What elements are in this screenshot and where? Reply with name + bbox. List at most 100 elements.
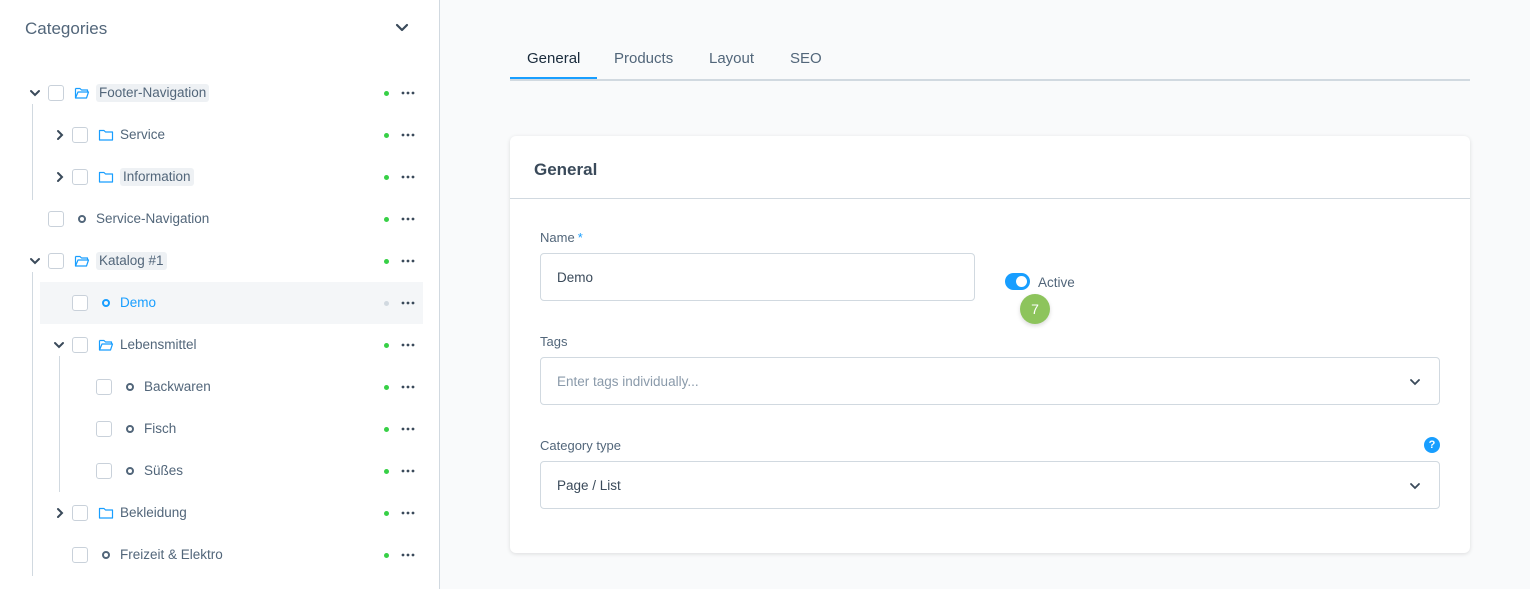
status-active-dot: [384, 91, 389, 96]
more-options-icon[interactable]: [400, 463, 416, 479]
more-options-icon[interactable]: [400, 169, 416, 185]
tree-item-label: Freizeit & Elektro: [120, 547, 223, 562]
folder-open-icon: [74, 87, 90, 99]
chevron-down-icon[interactable]: [1409, 376, 1421, 388]
status-active-dot: [384, 385, 389, 390]
tree-item-lebensmittel[interactable]: Lebensmittel: [0, 324, 423, 366]
status-active-dot: [384, 343, 389, 348]
tree-item-label: Footer-Navigation: [96, 84, 210, 102]
tree-item-service[interactable]: Service: [0, 114, 423, 156]
tree-item-checkbox[interactable]: [72, 127, 88, 143]
chevron-right-icon[interactable]: [54, 171, 66, 183]
chevron-down-icon[interactable]: [29, 87, 41, 99]
status-active-dot: [384, 511, 389, 516]
active-tab-indicator: [510, 77, 597, 79]
name-label: Name *: [540, 230, 583, 245]
tree-item-label: Service: [120, 127, 166, 142]
tree-item-bekleidung[interactable]: Bekleidung: [0, 492, 423, 534]
tree-item-suesses[interactable]: Süßes: [0, 450, 423, 492]
tags-input[interactable]: Enter tags individually...: [540, 357, 1440, 405]
chevron-right-icon[interactable]: [54, 129, 66, 141]
more-options-icon[interactable]: [400, 85, 416, 101]
status-active-dot: [384, 259, 389, 264]
status-active-dot: [384, 427, 389, 432]
tab-products[interactable]: Products: [614, 50, 673, 67]
tree-item-label: Information: [120, 168, 194, 186]
tree-item-katalog-1[interactable]: Katalog #1: [0, 240, 423, 282]
tree-item-label: Backwaren: [144, 379, 211, 394]
name-input[interactable]: Demo: [540, 253, 975, 301]
active-toggle[interactable]: [1005, 273, 1030, 290]
tab-seo[interactable]: SEO: [790, 50, 822, 67]
more-options-icon[interactable]: [400, 379, 416, 395]
tree-item-freizeit-elektro[interactable]: Freizeit & Elektro: [0, 534, 423, 576]
folder-open-icon: [74, 255, 90, 267]
status-active-dot: [384, 217, 389, 222]
tree-item-label: Katalog #1: [96, 252, 167, 270]
name-label-text: Name: [540, 230, 575, 245]
status-active-dot: [384, 553, 389, 558]
more-options-icon[interactable]: [400, 505, 416, 521]
category-leaf-icon: [78, 215, 86, 223]
card-title: General: [534, 160, 598, 179]
help-icon[interactable]: ?: [1424, 437, 1440, 453]
tree-item-label: Service-Navigation: [96, 211, 210, 226]
step-badge: 7: [1020, 294, 1050, 324]
tree-item-label: Demo: [120, 295, 157, 310]
active-label: Active: [1038, 275, 1075, 290]
tree-item-footer-navigation[interactable]: Footer-Navigation: [0, 72, 423, 114]
tree-item-checkbox[interactable]: [72, 337, 88, 353]
category-sidebar: Categories Footer-Navigation Service Inf…: [0, 0, 440, 589]
status-active-dot: [384, 469, 389, 474]
chevron-down-icon[interactable]: [29, 255, 41, 267]
more-options-icon[interactable]: [400, 337, 416, 353]
tree-item-checkbox[interactable]: [72, 505, 88, 521]
chevron-down-icon[interactable]: [1409, 480, 1421, 492]
tree-item-label: Fisch: [144, 421, 177, 436]
tree-item-demo[interactable]: Demo: [40, 282, 423, 324]
folder-icon: [98, 507, 114, 519]
tree-item-backwaren[interactable]: Backwaren: [0, 366, 423, 408]
tree-item-checkbox[interactable]: [72, 169, 88, 185]
status-active-dot: [384, 133, 389, 138]
tree-item-checkbox[interactable]: [96, 463, 112, 479]
tree-item-checkbox[interactable]: [96, 421, 112, 437]
tree-item-information[interactable]: Information: [0, 156, 423, 198]
tree-item-checkbox[interactable]: [72, 295, 88, 311]
more-options-icon[interactable]: [400, 127, 416, 143]
tree-item-fisch[interactable]: Fisch: [0, 408, 423, 450]
folder-icon: [98, 129, 114, 141]
more-options-icon[interactable]: [400, 295, 416, 311]
name-input-value: Demo: [557, 269, 594, 285]
status-active-dot: [384, 175, 389, 180]
chevron-right-icon[interactable]: [54, 507, 66, 519]
chevron-down-icon[interactable]: [393, 19, 411, 37]
tree-item-checkbox[interactable]: [48, 211, 64, 227]
toggle-knob: [1016, 276, 1027, 287]
tree-item-checkbox[interactable]: [96, 379, 112, 395]
sidebar-title: Categories: [25, 19, 108, 38]
tab-layout[interactable]: Layout: [709, 50, 754, 67]
category-leaf-icon: [126, 467, 134, 475]
detail-tabs: General Products Layout SEO: [510, 38, 1470, 81]
tree-item-service-navigation[interactable]: Service-Navigation: [0, 198, 423, 240]
category-leaf-icon: [126, 425, 134, 433]
more-options-icon[interactable]: [400, 253, 416, 269]
tree-item-label: Süßes: [144, 463, 184, 478]
more-options-icon[interactable]: [400, 211, 416, 227]
tree-item-checkbox[interactable]: [48, 85, 64, 101]
tab-general[interactable]: General: [527, 50, 580, 67]
more-options-icon[interactable]: [400, 547, 416, 563]
category-type-select[interactable]: Page / List: [540, 461, 1440, 509]
category-type-value: Page / List: [557, 477, 621, 493]
tags-placeholder: Enter tags individually...: [557, 373, 699, 389]
status-inactive-dot: [384, 301, 389, 306]
tree-item-checkbox[interactable]: [72, 547, 88, 563]
tree-item-label: Lebensmittel: [120, 337, 197, 352]
category-type-label: Category type: [540, 438, 621, 453]
more-options-icon[interactable]: [400, 421, 416, 437]
category-leaf-icon: [102, 551, 110, 559]
tree-item-checkbox[interactable]: [48, 253, 64, 269]
chevron-down-icon[interactable]: [53, 339, 65, 351]
folder-open-icon: [98, 339, 114, 351]
